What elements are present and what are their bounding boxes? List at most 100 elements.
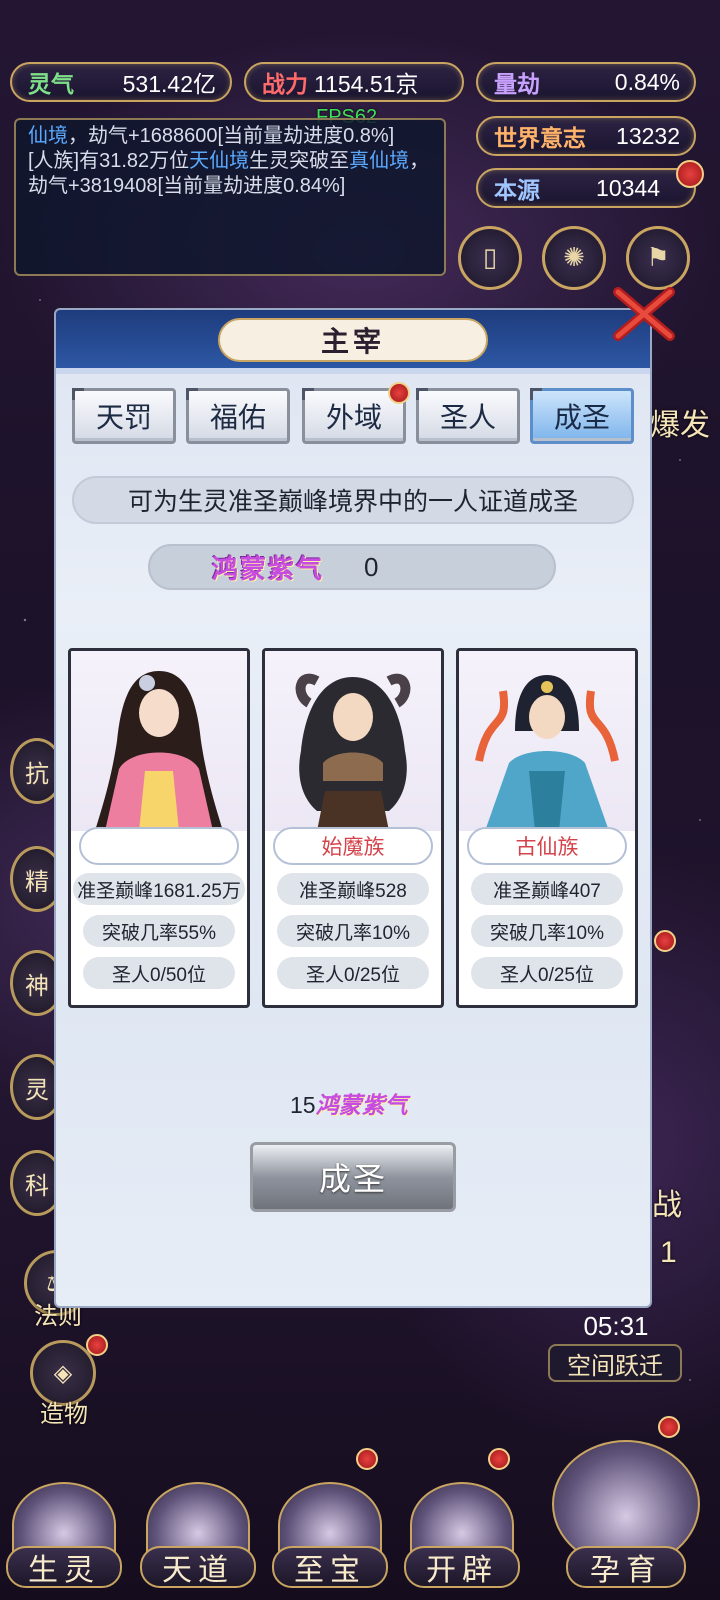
nav-label: 孕育 — [566, 1546, 686, 1588]
cost-currency: 鸿蒙紫气 — [315, 1092, 408, 1118]
stat-label: 本源 — [494, 177, 540, 203]
nav-label: 天道 — [140, 1546, 256, 1588]
tab-label: 天罚 — [95, 401, 152, 434]
cost-amount: 15 — [290, 1092, 316, 1118]
portrait-human — [95, 671, 223, 831]
race-label: 始魔族 — [273, 827, 433, 865]
nav-label: 开辟 — [404, 1546, 520, 1588]
stat-label: 战力 — [262, 71, 308, 97]
race-card[interactable]: 古仙族 准圣巅峰407 突破几率10% 圣人0/25位 — [456, 648, 638, 1008]
tab-corner — [72, 388, 84, 400]
dialog-description: 可为生灵准圣巅峰境界中的一人证道成圣 — [72, 476, 634, 524]
side-label: 抗 — [25, 759, 49, 788]
plus-icon[interactable] — [676, 160, 704, 188]
book-icon[interactable]: ▯ — [458, 226, 522, 290]
card-chance: 突破几率10% — [277, 915, 429, 947]
card-saints: 圣人0/50位 — [83, 957, 235, 989]
flag-icon[interactable]: ⚑ — [626, 226, 690, 290]
stat-label: 灵气 — [28, 71, 74, 97]
tab-corner — [416, 388, 428, 400]
card-chance: 突破几率10% — [471, 915, 623, 947]
tab-label: 福佑 — [209, 401, 266, 434]
notification-dot — [86, 1334, 108, 1356]
race-label: 人族 — [79, 827, 239, 865]
log-text: [人族]有31.82万位 — [28, 150, 190, 172]
nav-label: 至宝 — [272, 1546, 388, 1588]
tab-label: 成圣 — [553, 401, 610, 434]
nav-nurture[interactable]: 孕育 — [546, 1420, 706, 1588]
race-label: 古仙族 — [467, 827, 627, 865]
stat-origin[interactable]: 本源 10344 — [476, 168, 696, 208]
card-stage: 准圣巅峰1681.25万 — [73, 873, 245, 905]
card-saints: 圣人0/25位 — [277, 957, 429, 989]
notification-dot — [356, 1448, 378, 1470]
resource-bar: 鸿蒙紫气 0 — [148, 544, 556, 590]
creation-label: 造物 — [40, 1401, 88, 1428]
stat-value: 0.84% — [614, 68, 680, 95]
side-label: 精 — [25, 867, 49, 896]
dialog-title: 主宰 — [218, 318, 488, 362]
stat-label: 世界意志 — [494, 125, 586, 151]
side-label-partial: 1 — [660, 1236, 677, 1269]
portrait-demon — [295, 673, 411, 831]
stat-zhanli[interactable]: 战力 1154.51京 — [244, 62, 464, 102]
stat-lingqi[interactable]: 灵气 531.42亿 — [10, 62, 232, 102]
close-icon[interactable] — [612, 284, 676, 344]
space-jump-button[interactable]: 空间跃迁 — [548, 1344, 682, 1382]
notification-dot — [488, 1448, 510, 1470]
notification-dot — [388, 382, 410, 404]
race-name: 始魔族 — [321, 836, 385, 859]
side-label: 神 — [25, 971, 49, 1000]
tab-punishment[interactable]: 天罚 — [72, 388, 176, 444]
race-card[interactable]: 始魔族 准圣巅峰528 突破几率10% 圣人0/25位 — [262, 648, 444, 1008]
cost-label: 15鸿蒙紫气 — [290, 1086, 408, 1120]
side-label-partial[interactable]: 战 — [652, 1180, 682, 1224]
side-label: 灵 — [25, 1075, 49, 1104]
card-chance: 突破几率55% — [83, 915, 235, 947]
notification-dot — [658, 1416, 680, 1438]
tab-label: 圣人 — [439, 401, 496, 434]
race-name: 古仙族 — [515, 836, 579, 859]
side-label-partial[interactable]: 爆发 — [650, 400, 710, 444]
stat-value: 10344 — [596, 174, 660, 201]
side-label: 科 — [25, 1171, 49, 1200]
log-highlight: 天仙境 — [189, 150, 250, 172]
nav-treasure[interactable]: 至宝 — [272, 1464, 388, 1588]
swirl-icon[interactable]: ✺ — [542, 226, 606, 290]
log-highlight: 真仙境 — [349, 150, 410, 172]
tab-saint[interactable]: 圣人 — [416, 388, 520, 444]
tab-blessing[interactable]: 福佑 — [186, 388, 290, 444]
nav-create-world[interactable]: 开辟 — [404, 1464, 520, 1588]
race-card[interactable]: 人族 准圣巅峰1681.25万 突破几率55% 圣人0/50位 — [68, 648, 250, 1008]
card-stage: 准圣巅峰407 — [471, 873, 623, 905]
character-portrait — [71, 651, 247, 831]
card-saints: 圣人0/25位 — [471, 957, 623, 989]
stat-value: 1154.51京 — [314, 71, 419, 97]
nav-heaven-dao[interactable]: 天道 — [140, 1464, 256, 1588]
log-text: 生灵突破至 — [249, 150, 350, 172]
nav-beings[interactable]: 生灵 — [6, 1464, 122, 1588]
tab-label: 外域 — [325, 401, 382, 434]
stat-world-will[interactable]: 世界意志 13232 — [476, 116, 696, 156]
stat-label: 量劫 — [494, 71, 540, 97]
character-portrait — [459, 651, 635, 831]
become-saint-button[interactable]: 成圣 — [250, 1142, 456, 1212]
tab-become-saint[interactable]: 成圣 — [530, 388, 634, 444]
diamond-icon: ◈ — [53, 1359, 73, 1387]
character-portrait — [265, 651, 441, 831]
stat-liangjie[interactable]: 量劫 0.84% — [476, 62, 696, 102]
countdown-timer: 05:31 — [583, 1311, 649, 1341]
resource-name: 鸿蒙紫气 — [212, 553, 325, 584]
tab-corner — [302, 388, 314, 400]
stat-value: 531.42亿 — [122, 71, 216, 97]
nav-label: 生灵 — [6, 1546, 122, 1588]
log-text: ，劫气+1688600[当前量劫进度0.8%] — [68, 125, 395, 147]
resource-value: 0 — [364, 551, 379, 582]
tab-corner — [530, 388, 542, 400]
stat-value: 13232 — [616, 122, 680, 149]
notification-dot — [654, 930, 676, 952]
portrait-ancient-immortal — [475, 675, 619, 831]
race-name: 人族 — [138, 836, 180, 859]
event-log: 仙境，劫气+1688600[当前量劫进度0.8%] [人族]有31.82万位天仙… — [14, 118, 446, 276]
card-stage: 准圣巅峰528 — [277, 873, 429, 905]
